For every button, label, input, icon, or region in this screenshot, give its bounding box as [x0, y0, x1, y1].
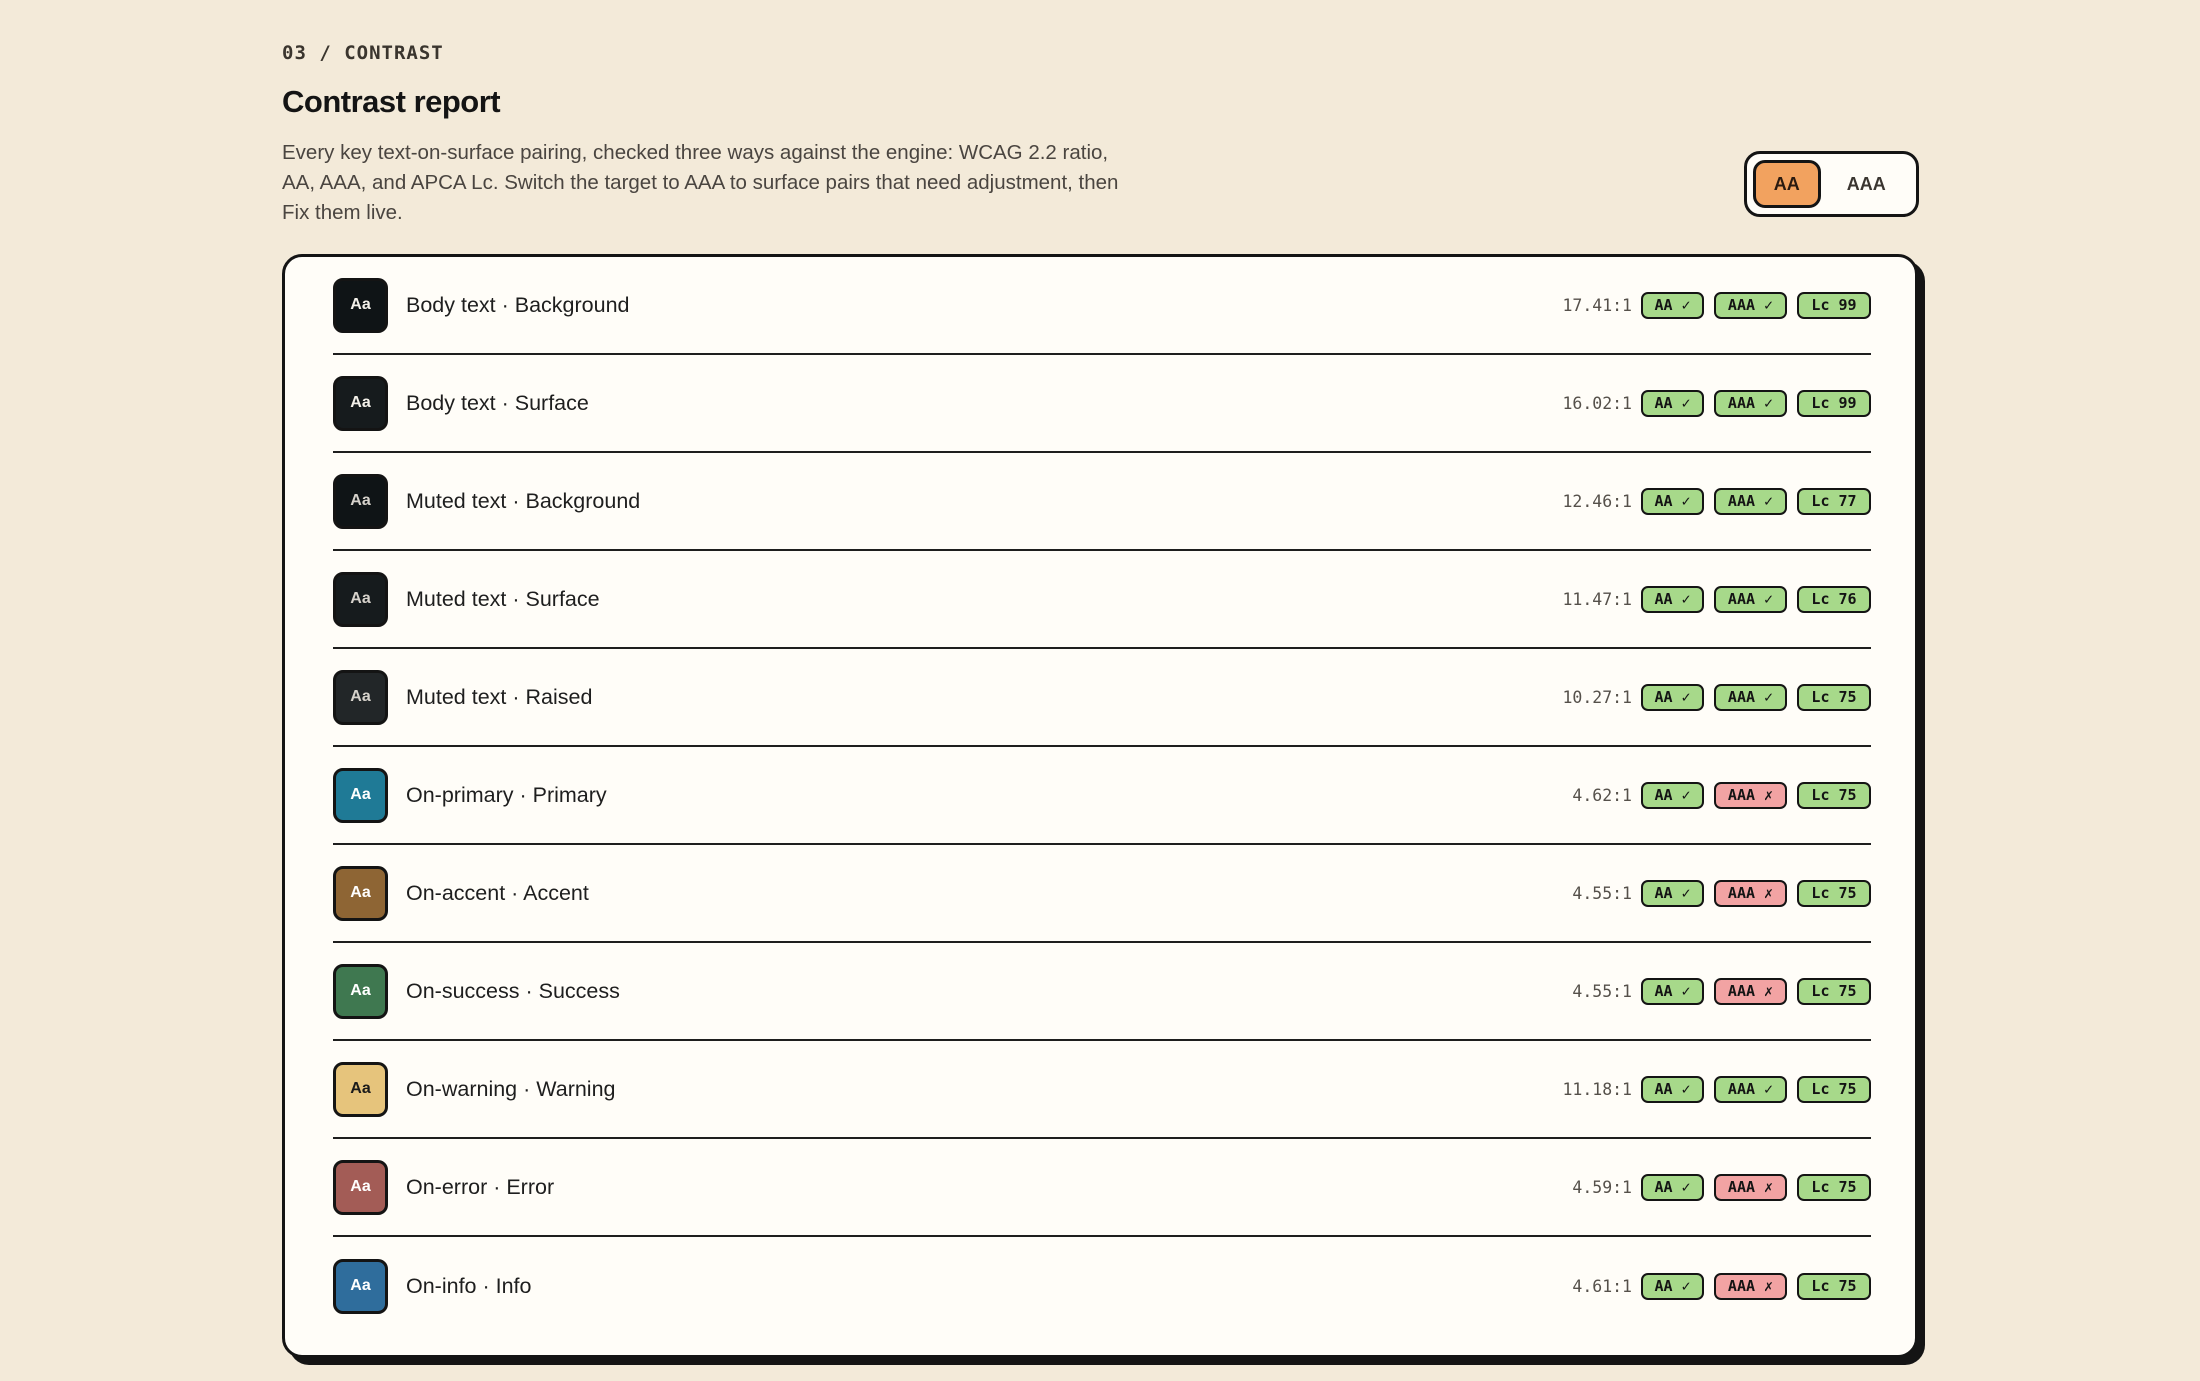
target-level-toggle: AA AAA [1744, 151, 1919, 217]
color-swatch: Aa [333, 375, 388, 431]
contrast-pair-row: Aa On-info · Info 4.61:1 AA ✓ AAA ✗ Lc 75 [333, 1237, 1871, 1335]
contrast-ratio: 4.55:1 [1572, 883, 1632, 903]
contrast-ratio: 16.02:1 [1562, 393, 1632, 413]
aaa-status-badge: AAA ✗ [1714, 977, 1787, 1005]
aa-status-badge: AA ✓ [1641, 291, 1704, 319]
pair-label: On-error · Error [406, 1174, 555, 1199]
color-swatch: Aa [333, 277, 388, 333]
color-swatch: Aa [333, 1258, 388, 1314]
aa-status-badge: AA ✓ [1641, 879, 1704, 907]
aaa-status-badge: AAA ✗ [1714, 879, 1787, 907]
pair-label: Muted text · Background [406, 488, 641, 513]
apca-lc-badge: Lc 75 [1797, 879, 1871, 907]
aaa-status-badge: AAA ✗ [1714, 781, 1787, 809]
contrast-ratio: 11.18:1 [1562, 1079, 1632, 1099]
apca-lc-badge: Lc 75 [1797, 1173, 1871, 1201]
aa-status-badge: AA ✓ [1641, 389, 1704, 417]
color-swatch: Aa [333, 473, 388, 529]
aaa-status-badge: AAA ✗ [1714, 1173, 1787, 1201]
aaa-status-badge: AAA ✓ [1714, 389, 1787, 417]
aaa-status-badge: AAA ✓ [1714, 487, 1787, 515]
aa-status-badge: AA ✓ [1641, 683, 1704, 711]
color-swatch: Aa [333, 865, 388, 921]
apca-lc-badge: Lc 75 [1797, 1075, 1871, 1103]
target-aaa-button[interactable]: AAA [1823, 160, 1910, 208]
contrast-pair-row: Aa Body text · Surface 16.02:1 AA ✓ AAA ✓ Lc … [333, 355, 1871, 453]
aa-status-badge: AA ✓ [1641, 1075, 1704, 1103]
contrast-pair-row: Aa On-success · Success 4.55:1 AA ✓ AAA ✗ Lc … [333, 943, 1871, 1041]
apca-lc-badge: Lc 75 [1797, 1272, 1871, 1300]
contrast-ratio: 4.59:1 [1572, 1177, 1632, 1197]
contrast-pair-row: Aa On-accent · Accent 4.55:1 AA ✓ AAA ✗ Lc 75 [333, 845, 1871, 943]
pair-label: On-warning · Warning [406, 1076, 616, 1101]
color-swatch: Aa [333, 1159, 388, 1215]
pair-label: On-success · Success [406, 978, 620, 1003]
contrast-pair-row: Aa On-warning · Warning 11.18:1 AA ✓ AAA ✓ Lc… [333, 1041, 1871, 1139]
apca-lc-badge: Lc 76 [1797, 585, 1871, 613]
pair-label: Muted text · Raised [406, 684, 593, 709]
contrast-pair-row: Aa Body text · Background 17.41:1 AA ✓ AAA ✓… [333, 257, 1871, 355]
contrast-ratio: 17.41:1 [1562, 295, 1632, 315]
contrast-ratio: 4.62:1 [1572, 785, 1632, 805]
contrast-pair-row: Aa Muted text · Raised 10.27:1 AA ✓ AAA ✓ Lc … [333, 649, 1871, 747]
apca-lc-badge: Lc 99 [1797, 389, 1871, 417]
color-swatch: Aa [333, 767, 388, 823]
pair-label: Body text · Surface [406, 390, 589, 415]
aa-status-badge: AA ✓ [1641, 781, 1704, 809]
pair-label: Body text · Background [406, 292, 630, 317]
contrast-pair-list: Aa Body text · Background 17.41:1 AA ✓ AAA ✓… [333, 257, 1871, 1335]
aaa-status-badge: AAA ✗ [1714, 1272, 1787, 1300]
pair-label: On-primary · Primary [406, 782, 607, 807]
aaa-status-badge: AAA ✓ [1714, 1075, 1787, 1103]
aa-status-badge: AA ✓ [1641, 585, 1704, 613]
color-swatch: Aa [333, 1061, 388, 1117]
aa-status-badge: AA ✓ [1641, 1173, 1704, 1201]
contrast-report-panel: Aa Body text · Background 17.41:1 AA ✓ AAA ✓… [282, 254, 1918, 1358]
color-swatch: Aa [333, 963, 388, 1019]
section-description: Every key text-on-surface pairing, check… [282, 141, 1119, 224]
aa-status-badge: AA ✓ [1641, 977, 1704, 1005]
aaa-status-badge: AAA ✓ [1714, 585, 1787, 613]
contrast-pair-row: Aa Muted text · Background 12.46:1 AA ✓ AAA … [333, 453, 1871, 551]
apca-lc-badge: Lc 77 [1797, 487, 1871, 515]
apca-lc-badge: Lc 75 [1797, 977, 1871, 1005]
color-swatch: Aa [333, 571, 388, 627]
page-title: Contrast report [282, 84, 501, 119]
contrast-pair-row: Aa On-error · Error 4.59:1 AA ✓ AAA ✗ Lc 75 [333, 1139, 1871, 1237]
apca-lc-badge: Lc 99 [1797, 291, 1871, 319]
apca-lc-badge: Lc 75 [1797, 781, 1871, 809]
contrast-pair-row: Aa On-primary · Primary 4.62:1 AA ✓ AAA ✗ Lc … [333, 747, 1871, 845]
target-aa-button[interactable]: AA [1753, 160, 1821, 208]
aa-status-badge: AA ✓ [1641, 1272, 1704, 1300]
contrast-ratio: 4.55:1 [1572, 981, 1632, 1001]
pair-label: On-info · Info [406, 1273, 532, 1298]
pair-label: Muted text · Surface [406, 586, 600, 611]
apca-lc-badge: Lc 75 [1797, 683, 1871, 711]
aaa-status-badge: AAA ✓ [1714, 291, 1787, 319]
contrast-ratio: 4.61:1 [1572, 1276, 1632, 1296]
aaa-status-badge: AAA ✓ [1714, 683, 1787, 711]
aa-status-badge: AA ✓ [1641, 487, 1704, 515]
color-swatch: Aa [333, 669, 388, 725]
contrast-ratio: 11.47:1 [1562, 589, 1632, 609]
pair-label: On-accent · Accent [406, 880, 589, 905]
contrast-pair-row: Aa Muted text · Surface 11.47:1 AA ✓ AAA ✓ Lc… [333, 551, 1871, 649]
section-eyebrow: 03 / CONTRAST [282, 42, 444, 64]
contrast-ratio: 12.46:1 [1562, 491, 1632, 511]
contrast-ratio: 10.27:1 [1562, 687, 1632, 707]
section-header: 03 / CONTRAST Contrast report Every key … [282, 42, 1922, 228]
